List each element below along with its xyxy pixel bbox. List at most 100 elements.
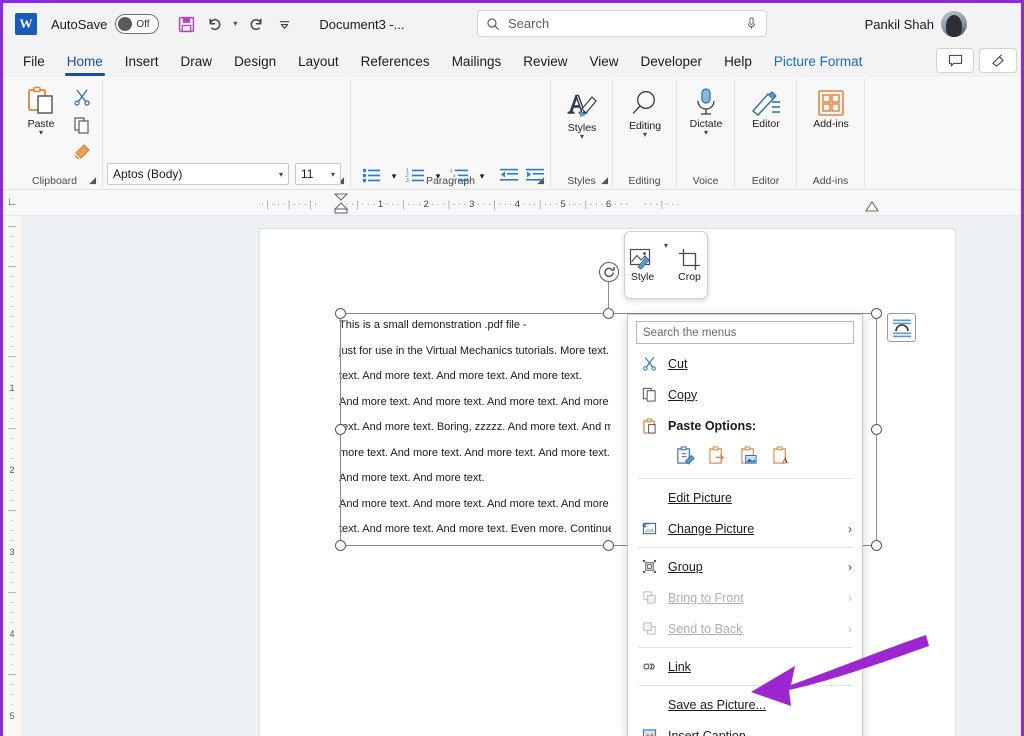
tab-layout[interactable]: Layout <box>288 50 349 73</box>
paste-keep-source-formatting[interactable] <box>676 446 695 470</box>
avatar[interactable] <box>941 11 967 37</box>
first-line-indent-marker[interactable] <box>333 192 349 214</box>
account-area[interactable]: Pankil Shah <box>865 11 967 37</box>
multilevel-dropdown[interactable]: ▾ <box>471 165 493 187</box>
menu-item-label: Bring to Front <box>668 590 744 605</box>
microphone-icon[interactable] <box>745 16 758 31</box>
menu-item-bring-to-front: Bring to Front › <box>628 582 862 613</box>
tab-picture-format[interactable]: Picture Format <box>764 50 873 73</box>
menu-item-insert-caption[interactable]: Insert Caption... <box>628 720 862 736</box>
resize-handle-top-center[interactable] <box>603 308 614 319</box>
group-icon <box>638 559 660 574</box>
save-button[interactable] <box>173 11 199 37</box>
rotate-handle[interactable] <box>599 262 619 282</box>
horizontal-ruler[interactable]: ∟ · | · · · | · · · | · · · · | · · · 1 … <box>3 190 1021 216</box>
redo-button[interactable] <box>243 11 269 37</box>
crop-label: Crop <box>678 270 701 283</box>
right-indent-marker[interactable] <box>864 201 880 212</box>
addins-button[interactable]: Add-ins <box>805 89 857 130</box>
numbering-button[interactable]: 1 2 3 <box>403 164 427 186</box>
styles-dialog-launcher[interactable]: ◢ <box>601 175 608 186</box>
tab-mailings[interactable]: Mailings <box>442 50 512 73</box>
editor-label: Editor <box>752 118 780 130</box>
paste-dropdown-chevron-down-icon[interactable]: ▾ <box>39 129 43 137</box>
tab-references[interactable]: References <box>351 50 440 73</box>
clipboard-dialog-launcher[interactable]: ◢ <box>89 175 96 186</box>
editor-button[interactable]: Editor <box>741 89 791 130</box>
word-logo-icon: W <box>15 13 37 35</box>
tab-design[interactable]: Design <box>224 50 286 73</box>
resize-handle-top-left[interactable] <box>335 308 346 319</box>
undo-dropdown[interactable]: ▾ <box>229 11 241 37</box>
paste-button[interactable]: Paste ▾ <box>15 85 67 137</box>
resize-handle-bottom-left[interactable] <box>335 540 346 551</box>
resize-handle-bottom-center[interactable] <box>603 540 614 551</box>
editing-button[interactable]: Editing ▾ <box>620 89 670 139</box>
ribbon-group-editor: Editor Editor <box>735 79 797 188</box>
picture-mini-toolbar[interactable]: Style ▾ Crop <box>624 231 708 299</box>
context-menu[interactable]: Search the menus Cut Copy Paste Options:… <box>627 314 863 736</box>
cut-button[interactable] <box>69 85 95 109</box>
layout-options-button[interactable] <box>887 313 916 342</box>
ribbon-group-addins: Add-ins Add-ins <box>797 79 865 188</box>
style-dropdown-chevron-down-icon[interactable]: ▾ <box>664 241 668 250</box>
style-button[interactable]: Style <box>625 247 660 283</box>
tab-developer[interactable]: Developer <box>631 50 713 73</box>
menu-item-cut[interactable]: Cut <box>628 348 862 379</box>
menu-search-placeholder: Search the menus <box>643 326 737 339</box>
doc-line: more text. And more text. And more text.… <box>339 446 611 459</box>
resize-handle-bottom-right[interactable] <box>871 540 882 551</box>
customize-qat-button[interactable] <box>271 11 297 37</box>
multilevel-list-button[interactable]: 1 a i <box>447 164 471 186</box>
tab-draw[interactable]: Draw <box>171 50 223 73</box>
menu-item-edit-picture[interactable]: Edit Picture <box>628 482 862 513</box>
resize-handle-top-right[interactable] <box>871 308 882 319</box>
numbering-dropdown[interactable]: ▾ <box>427 165 449 187</box>
vertical-ruler-ticks: — · · · — · · · · · · · · — · · 1 · · · — · · · 2 … <box>3 216 21 736</box>
resize-handle-middle-left[interactable] <box>335 424 346 435</box>
bullets-button[interactable] <box>359 164 383 186</box>
tab-insert[interactable]: Insert <box>115 50 169 73</box>
paste-text-only-icon: A <box>773 446 789 465</box>
styles-dropdown-chevron-down-icon[interactable]: ▾ <box>580 133 584 141</box>
menu-item-group[interactable]: Group › <box>628 551 862 582</box>
tab-stop-selector[interactable]: ∟ <box>7 196 18 208</box>
format-painter-button[interactable] <box>69 139 95 163</box>
font-name-combobox[interactable]: Aptos (Body) ▾ <box>107 163 289 185</box>
share-button[interactable] <box>979 48 1017 73</box>
font-size-combobox[interactable]: 11 ▾ <box>295 163 341 185</box>
paste-merge-icon <box>709 446 725 464</box>
crop-button[interactable]: Crop <box>672 248 707 283</box>
dictate-button[interactable]: Dictate ▾ <box>681 87 731 137</box>
selected-picture[interactable]: This is a small demonstration .pdf file … <box>339 313 611 547</box>
paste-picture[interactable] <box>740 446 759 470</box>
tab-file[interactable]: File <box>13 50 55 73</box>
copy-button[interactable] <box>69 113 95 137</box>
menu-item-link[interactable]: Link › <box>628 651 862 682</box>
tab-review[interactable]: Review <box>513 50 577 73</box>
paste-keep-text-only[interactable]: A <box>772 446 791 470</box>
menu-search-input[interactable]: Search the menus <box>636 321 854 344</box>
document-title[interactable]: Document3 -... <box>319 17 404 32</box>
vertical-ruler[interactable]: — · · · — · · · · · · · · — · · 1 · · · — · · · 2 … <box>3 216 21 736</box>
styles-gallery-button[interactable]: A Styles ▾ <box>557 89 607 141</box>
autosave-toggle[interactable]: Off <box>115 14 160 34</box>
menu-item-change-picture[interactable]: Change Picture › <box>628 513 862 544</box>
resize-handle-middle-right[interactable] <box>871 424 882 435</box>
decrease-indent-button[interactable] <box>497 164 521 186</box>
bullets-dropdown[interactable]: ▾ <box>383 165 405 187</box>
tab-view[interactable]: View <box>579 50 628 73</box>
tab-home[interactable]: Home <box>57 50 113 76</box>
menu-item-copy[interactable]: Copy <box>628 379 862 410</box>
comments-button[interactable] <box>936 48 974 73</box>
paste-keep-source-icon <box>677 446 695 465</box>
search-input[interactable]: Search <box>477 10 767 37</box>
tab-help[interactable]: Help <box>714 50 762 73</box>
paste-merge-formatting[interactable] <box>708 446 727 470</box>
increase-indent-button[interactable] <box>523 164 547 186</box>
menu-item-send-to-back: Send to Back › <box>628 613 862 644</box>
menu-item-save-as-picture[interactable]: Save as Picture... <box>628 689 862 720</box>
undo-button[interactable] <box>201 11 227 37</box>
dictate-dropdown-chevron-down-icon[interactable]: ▾ <box>704 129 708 137</box>
editing-dropdown-chevron-down-icon[interactable]: ▾ <box>643 131 647 139</box>
